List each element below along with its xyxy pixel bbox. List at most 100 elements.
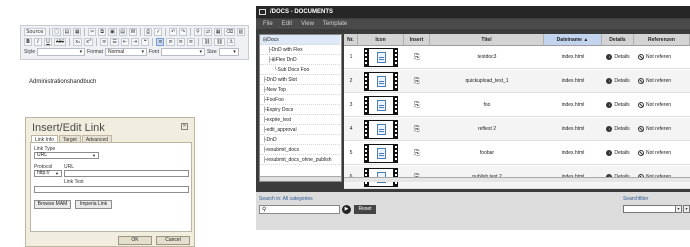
bullet-list-icon[interactable]: ☰ [110,38,119,46]
chevron-down-icon[interactable]: ▾ [683,205,690,213]
subscript-button[interactable]: x₂ [73,38,83,46]
source-button[interactable]: Source [24,28,46,36]
blockquote-icon[interactable]: ❝ [141,38,150,46]
find-icon[interactable]: ⚲ [193,28,202,36]
url-input[interactable] [64,170,189,177]
font-select[interactable]: ▾ [160,48,205,56]
tree-item[interactable]: ├DnD with Slot [260,75,340,85]
tree-item[interactable]: ├edit_approval [260,125,340,135]
insert-icon[interactable]: ⎘ [404,46,430,69]
insert-icon[interactable]: ⎘ [404,70,430,93]
imperia-link-button[interactable]: Imperia Link [75,200,112,209]
paste-text-icon[interactable]: ▤ [118,28,127,36]
indent-icon[interactable]: ⇥ [131,38,140,46]
strike-button[interactable]: ABC [54,38,67,46]
templates-icon[interactable]: ▦ [73,28,82,36]
anchor-icon[interactable]: ⚓ [226,38,236,46]
spellcheck-icon[interactable]: ✓ [154,28,163,36]
column-header-details[interactable]: Details [602,34,634,46]
browse-mam-button[interactable]: Browse MAM [34,200,71,209]
column-header-nr[interactable]: Nr. [344,34,358,46]
tree-item[interactable]: ├resubmit_docs [260,145,340,155]
link-text-input[interactable] [34,186,189,193]
not-referenced-icon [638,77,644,84]
reset-button[interactable]: Reset [354,205,376,214]
style-select[interactable]: ▾ [37,48,86,56]
link-type-select[interactable]: URL ▼ [34,152,99,159]
tree-item[interactable]: ├FooFoo [260,95,340,105]
print-icon[interactable]: ⎙ [144,28,153,36]
tree-item[interactable]: ├Expiry Docs [260,105,340,115]
remove-format-icon[interactable]: ⌫ [224,28,235,36]
horizontal-scrollbar[interactable] [344,177,690,182]
column-header-insert[interactable]: Insert [404,34,430,46]
outdent-icon[interactable]: ⇤ [120,38,130,46]
align-right-icon[interactable]: ≡ [176,38,185,46]
details-link[interactable]: iDetails [602,46,634,69]
details-link[interactable]: iDetails [602,118,634,141]
unlink-icon[interactable]: ⛓ [214,38,225,46]
table-row[interactable]: 4 ⎘ reftest 2 index.html i Details Not referen [344,118,690,141]
insert-icon[interactable]: ⎘ [404,142,430,165]
menu-view[interactable]: View [301,21,314,27]
searchfilter-select[interactable] [623,205,676,213]
italic-button[interactable]: I [34,38,42,46]
column-header-referenzen[interactable]: Referenzen [634,34,690,46]
justify-icon[interactable]: ≡ [186,38,196,46]
horizontal-scrollbar[interactable] [260,176,341,181]
tree-item[interactable]: ├DnD [260,135,340,145]
paste-icon[interactable]: ▣ [108,28,117,36]
menu-template[interactable]: Template [323,21,347,27]
bold-button[interactable]: B [24,38,32,46]
numbered-list-icon[interactable]: ≡ [100,38,109,46]
align-center-icon[interactable]: ≡ [166,38,175,46]
column-header-titel[interactable]: Titel [430,34,544,46]
details-link[interactable]: iDetails [602,142,634,165]
tree-item[interactable]: ├expire_test [260,115,340,125]
column-header-icon[interactable]: Icon [358,34,404,46]
search-go-button[interactable]: ▶ [342,205,351,214]
tree-item[interactable]: ├New Top [260,85,340,95]
table-icon[interactable]: ▥ [236,28,245,36]
ok-button[interactable]: OK [118,236,152,245]
underline-button[interactable]: U [44,38,52,46]
superscript-button[interactable]: x² [84,38,94,46]
tree-item[interactable]: ├⊞Flex DnD [260,55,340,65]
tree-item[interactable]: ├resubmit_docs_ohne_publish [260,155,340,165]
redo-icon[interactable]: ↷ [179,28,188,36]
tree-item-docs[interactable]: ⊟Docs [260,35,340,45]
toolbar-separator [152,38,154,46]
select-all-icon[interactable]: ▦ [213,28,223,36]
tree-item[interactable]: ├DnD with Flex [260,45,340,55]
format-select[interactable]: Normal ▾ [104,48,147,56]
menu-edit[interactable]: Edit [282,21,292,27]
table-row[interactable]: 2 ⎘ quickupload_test_1 index.html i Details No… [344,70,690,93]
replace-icon[interactable]: ⇄ [203,28,212,36]
insert-icon[interactable]: ⎘ [404,118,430,141]
protocol-select[interactable]: http:// ▼ [34,170,62,177]
paste-word-icon[interactable]: W [128,28,138,36]
undo-icon[interactable]: ↶ [169,28,178,36]
search-input[interactable]: ⚲ [259,205,340,214]
table-row[interactable]: 3 ⎘ foo index.html i Details Not referen [344,94,690,117]
close-icon[interactable]: ✕ [181,123,188,130]
align-left-icon[interactable]: ≡ [156,38,165,46]
document-text[interactable]: Administrationshandbuch [29,79,96,85]
table-row[interactable]: 1 ⎘ testdoc3 index.html i Details Not referen [344,46,690,69]
chevron-down-icon[interactable]: ▾ [675,205,682,213]
table-row[interactable]: 5 ⎘ foobar index.html i Details Not referen [344,142,690,165]
copy-icon[interactable]: ⧉ [98,28,107,36]
cancel-button[interactable]: Cancel [156,236,190,245]
size-select[interactable]: ▾ [218,48,239,56]
preview-icon[interactable]: ▤ [62,28,72,36]
insert-icon[interactable]: ⎘ [404,94,430,117]
search-scope-label[interactable]: Search in: All categories [259,196,313,202]
cut-icon[interactable]: ✂ [88,28,97,36]
details-link[interactable]: iDetails [602,94,634,117]
details-link[interactable]: iDetails [602,70,634,93]
new-page-icon[interactable]: ▢ [52,28,61,36]
link-icon[interactable]: ⛓ [202,38,213,46]
column-header-dateiname[interactable]: Dateiname ▲ [544,34,602,46]
menu-file[interactable]: File [263,21,273,27]
tree-item[interactable]: └Sub Docs Foo [260,65,340,75]
